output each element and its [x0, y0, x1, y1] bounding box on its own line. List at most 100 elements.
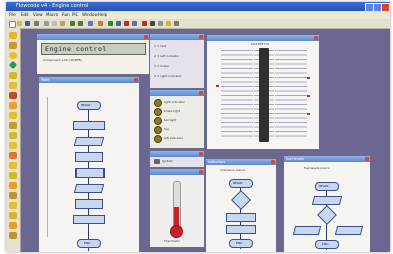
close-icon[interactable] — [365, 157, 369, 161]
redo-icon[interactable] — [78, 21, 83, 26]
led-icon[interactable] — [166, 21, 171, 26]
indicators-macro-window[interactable]: indicators indicators macro BEGIN END — [205, 158, 277, 252]
indicators-window-titlebar[interactable]: indicators — [206, 159, 276, 165]
timer-icon[interactable] — [9, 212, 17, 219]
leds-window[interactable]: light indicator brake light tail light f… — [149, 89, 205, 149]
flow-macro-block[interactable] — [75, 168, 105, 178]
main-flowchart-window[interactable]: Main BEGIN END — [38, 76, 140, 252]
chip-window[interactable]: PIC16F877A — [206, 34, 320, 150]
flow-output-block[interactable] — [226, 213, 256, 222]
output-icon[interactable] — [9, 42, 17, 49]
pause-icon[interactable] — [116, 21, 121, 26]
print-icon[interactable] — [34, 21, 39, 26]
switches-window[interactable]: 1 = fast 2 = left indicator 3 = brake 4 … — [149, 33, 205, 89]
switch-item-3[interactable]: 3 = brake — [154, 64, 169, 68]
open-icon[interactable] — [17, 21, 22, 26]
flow-loop-top[interactable] — [73, 121, 105, 130]
input-icon[interactable] — [9, 32, 17, 39]
flow-input-block[interactable] — [311, 196, 343, 205]
switch-block-icon[interactable] — [9, 72, 17, 79]
adc-icon[interactable] — [9, 202, 17, 209]
close-icon[interactable] — [199, 91, 203, 95]
flow-end[interactable]: END — [315, 240, 339, 249]
flow-begin[interactable]: BEGIN — [315, 182, 339, 191]
switches-window-titlebar[interactable] — [150, 34, 204, 40]
new-icon[interactable] — [9, 21, 16, 28]
connection-icon[interactable] — [9, 132, 17, 139]
lcd-icon[interactable] — [158, 21, 163, 26]
undo-icon[interactable] — [70, 21, 75, 26]
compile-icon[interactable] — [98, 21, 103, 26]
save-icon[interactable] — [25, 21, 30, 26]
flow-output-block[interactable] — [292, 226, 322, 235]
port-icon[interactable] — [9, 182, 17, 189]
macro-icon[interactable] — [9, 92, 17, 99]
pause-block-icon[interactable] — [9, 172, 17, 179]
fuel-window-titlebar[interactable]: fuel levels — [284, 156, 370, 162]
close-icon[interactable] — [271, 160, 275, 164]
flow-begin[interactable]: BEGIN — [77, 101, 101, 110]
main-window-titlebar[interactable]: Main — [39, 77, 139, 83]
close-icon[interactable] — [199, 170, 203, 174]
menu-view[interactable]: View — [33, 11, 43, 19]
flow-calc-block[interactable] — [75, 152, 103, 162]
lcd-window[interactable]: Engine control Component: LCD (PORTB) — [36, 33, 150, 75]
copy-icon[interactable] — [52, 21, 57, 26]
ignition-window[interactable]: Ignition — [149, 150, 205, 168]
serial-icon[interactable] — [9, 232, 17, 239]
pwm-icon[interactable] — [9, 222, 17, 229]
flow-begin[interactable]: BEGIN — [229, 179, 253, 188]
flow-loop-bottom[interactable] — [73, 215, 105, 224]
flow-output-block[interactable] — [334, 226, 364, 235]
menu-file[interactable]: File — [9, 11, 16, 19]
decision-icon[interactable] — [8, 60, 18, 70]
leds-window-titlebar[interactable] — [150, 90, 204, 96]
close-icon[interactable] — [199, 35, 203, 39]
flow-output-block[interactable] — [73, 137, 105, 146]
loop-icon[interactable] — [9, 82, 17, 89]
fuel-levels-macro-window[interactable]: fuel levels fuel levels macro BEGIN END — [283, 155, 371, 252]
close-icon[interactable] — [144, 35, 148, 39]
menu-window[interactable]: Window — [82, 11, 98, 19]
component-macro-icon[interactable] — [9, 102, 17, 109]
switch-item-1[interactable]: 1 = fast — [154, 44, 166, 48]
code-icon[interactable] — [9, 152, 17, 159]
cut-icon[interactable] — [44, 21, 49, 26]
flow-decision[interactable] — [317, 205, 337, 225]
close-icon[interactable] — [134, 78, 138, 82]
menu-run[interactable]: Run — [62, 11, 70, 19]
thermometer-window-titlebar[interactable] — [150, 169, 204, 175]
interrupt-icon[interactable] — [9, 142, 17, 149]
menu-macro[interactable]: Macro — [46, 11, 58, 19]
switch-item-2[interactable]: 2 = left indicator — [154, 54, 179, 58]
step-icon[interactable] — [132, 21, 137, 26]
menu-edit[interactable]: Edit — [21, 11, 29, 19]
flow-end[interactable]: END — [77, 239, 101, 248]
paste-icon[interactable] — [60, 21, 65, 26]
flow-decision[interactable] — [231, 190, 251, 210]
comment-icon[interactable] — [9, 162, 17, 169]
play-icon[interactable] — [108, 21, 113, 26]
ignition-window-titlebar[interactable] — [150, 151, 204, 157]
component-icon[interactable] — [142, 21, 147, 26]
flow-end[interactable]: END — [229, 239, 253, 248]
calculation-icon[interactable] — [9, 112, 17, 119]
zoom-icon[interactable] — [88, 21, 93, 26]
switch-icon[interactable] — [174, 21, 179, 26]
stop-icon[interactable] — [124, 21, 129, 26]
lcd-window-titlebar[interactable] — [37, 34, 149, 40]
chip-icon[interactable] — [150, 21, 155, 26]
switch-item-4[interactable]: 4 = right indicator — [154, 74, 182, 78]
menu-pic[interactable]: PIC — [72, 11, 78, 19]
flow-input-block[interactable] — [73, 184, 105, 193]
flow-delay-block[interactable] — [226, 225, 256, 234]
chip-window-titlebar[interactable] — [207, 35, 319, 41]
string-icon[interactable] — [9, 122, 17, 129]
thermometer-window[interactable]: Thermistor — [149, 168, 205, 248]
delay-icon[interactable] — [9, 52, 17, 59]
close-icon[interactable] — [314, 36, 318, 40]
eeprom-icon[interactable] — [9, 192, 17, 199]
close-icon[interactable] — [199, 152, 203, 156]
toggle-switch-icon[interactable] — [154, 159, 160, 164]
flow-component-block[interactable] — [75, 199, 103, 209]
